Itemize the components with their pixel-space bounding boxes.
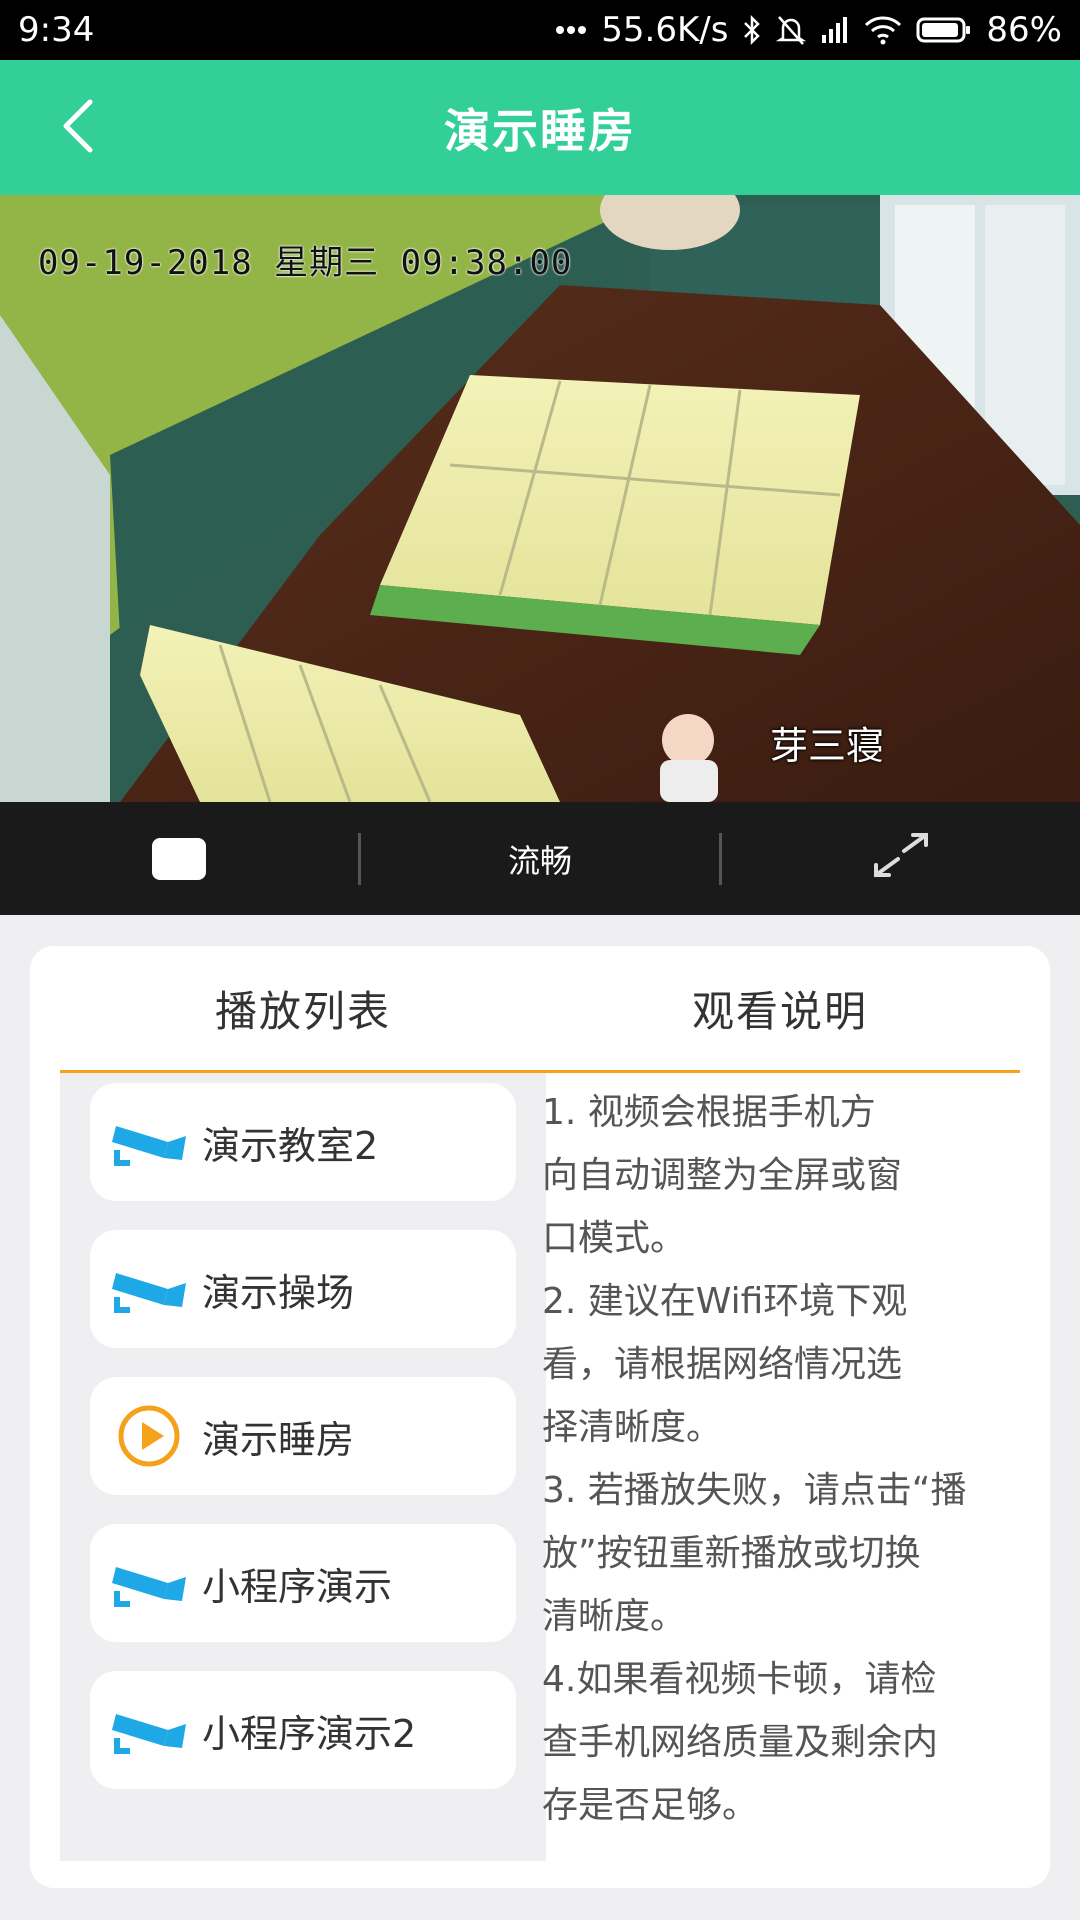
- playlist-item-label: 小程序演示2: [202, 1711, 417, 1756]
- video-timestamp: 09-19-2018 星期三 09:38:00: [38, 243, 573, 283]
- stop-button[interactable]: [0, 802, 358, 915]
- instruction-line: 看，请根据网络情况选: [542, 1344, 903, 1385]
- video-player[interactable]: 09-19-2018 星期三 09:38:00 芽三寝: [0, 195, 1080, 802]
- bluetooth-icon: [742, 14, 762, 46]
- playlist-item[interactable]: 演示操场: [90, 1230, 516, 1348]
- signal-icon: [820, 15, 850, 45]
- fullscreen-button[interactable]: [722, 802, 1080, 915]
- camera-icon: [110, 1112, 188, 1172]
- battery-percent: 86%: [986, 10, 1062, 50]
- playlist: 演示教室2 演示操场 演示睡房 小程序演示 小程序演示2: [60, 1073, 546, 1861]
- mute-bell-icon: [776, 14, 807, 46]
- instruction-line: 择清晰度。: [542, 1407, 723, 1448]
- title-bar: 演示睡房: [0, 60, 1080, 195]
- network-speed: 55.6K/s: [601, 10, 729, 50]
- playlist-item-label: 演示睡房: [202, 1417, 355, 1462]
- playlist-item[interactable]: 演示教室2: [90, 1083, 516, 1201]
- tab-playlist[interactable]: 播放列表: [60, 946, 546, 1070]
- playlist-item[interactable]: 小程序演示: [90, 1524, 516, 1642]
- expand-icon: [871, 831, 931, 887]
- instructions-text: 1. 视频会根据手机方 向自动调整为全屏或窗 口模式。 2. 建议在Wifi环境…: [540, 1073, 1020, 1837]
- camera-icon: [110, 1553, 188, 1613]
- camera-icon: [110, 1259, 188, 1319]
- video-control-bar: 流畅: [0, 802, 1080, 915]
- camera-feed-image: [0, 195, 1080, 802]
- playlist-item-label: 小程序演示: [202, 1564, 393, 1609]
- instruction-line: 3. 若播放失败，请点击“播: [542, 1470, 967, 1511]
- status-bar: 9:34 55.6K/s 86%: [0, 0, 1080, 60]
- status-time: 9:34: [18, 10, 95, 50]
- status-icons: 55.6K/s 86%: [555, 10, 1062, 50]
- instructions-panel: 观看说明 1. 视频会根据手机方 向自动调整为全屏或窗 口模式。 2. 建议在W…: [540, 946, 1020, 1837]
- instruction-line: 清晰度。: [542, 1596, 687, 1637]
- play-circle-icon: [110, 1405, 188, 1467]
- page-title: 演示睡房: [444, 103, 636, 158]
- playlist-item-active[interactable]: 演示睡房: [90, 1377, 516, 1495]
- content-card: 播放列表 演示教室2 演示操场 演示睡房 小程序演示 小程序演示2 观看说明 1…: [30, 946, 1050, 1888]
- instruction-line: 1. 视频会根据手机方: [542, 1092, 876, 1133]
- stop-icon: [152, 837, 206, 880]
- instruction-line: 查手机网络质量及剩余内: [542, 1722, 939, 1763]
- playlist-item[interactable]: 小程序演示2: [90, 1671, 516, 1789]
- instruction-line: 存是否足够。: [542, 1785, 759, 1826]
- playlist-item-label: 演示教室2: [202, 1123, 379, 1168]
- battery-icon: [916, 16, 972, 44]
- quality-button[interactable]: 流畅: [361, 802, 719, 915]
- instruction-line: 口模式。: [542, 1218, 687, 1259]
- camera-icon: [110, 1700, 188, 1760]
- instruction-line: 2. 建议在Wifi环境下观: [542, 1281, 908, 1322]
- tab-instructions[interactable]: 观看说明: [540, 946, 1020, 1070]
- instruction-line: 4.如果看视频卡顿，请检: [542, 1659, 937, 1700]
- instruction-line: 放”按钮重新播放或切换: [542, 1533, 921, 1574]
- playlist-panel: 播放列表 演示教室2 演示操场 演示睡房 小程序演示 小程序演示2: [60, 946, 546, 1861]
- playlist-item-label: 演示操场: [202, 1270, 355, 1315]
- camera-label: 芽三寝: [770, 724, 885, 768]
- wifi-icon: [864, 15, 902, 45]
- instruction-line: 向自动调整为全屏或窗: [542, 1155, 903, 1196]
- more-dots-icon: [555, 25, 587, 35]
